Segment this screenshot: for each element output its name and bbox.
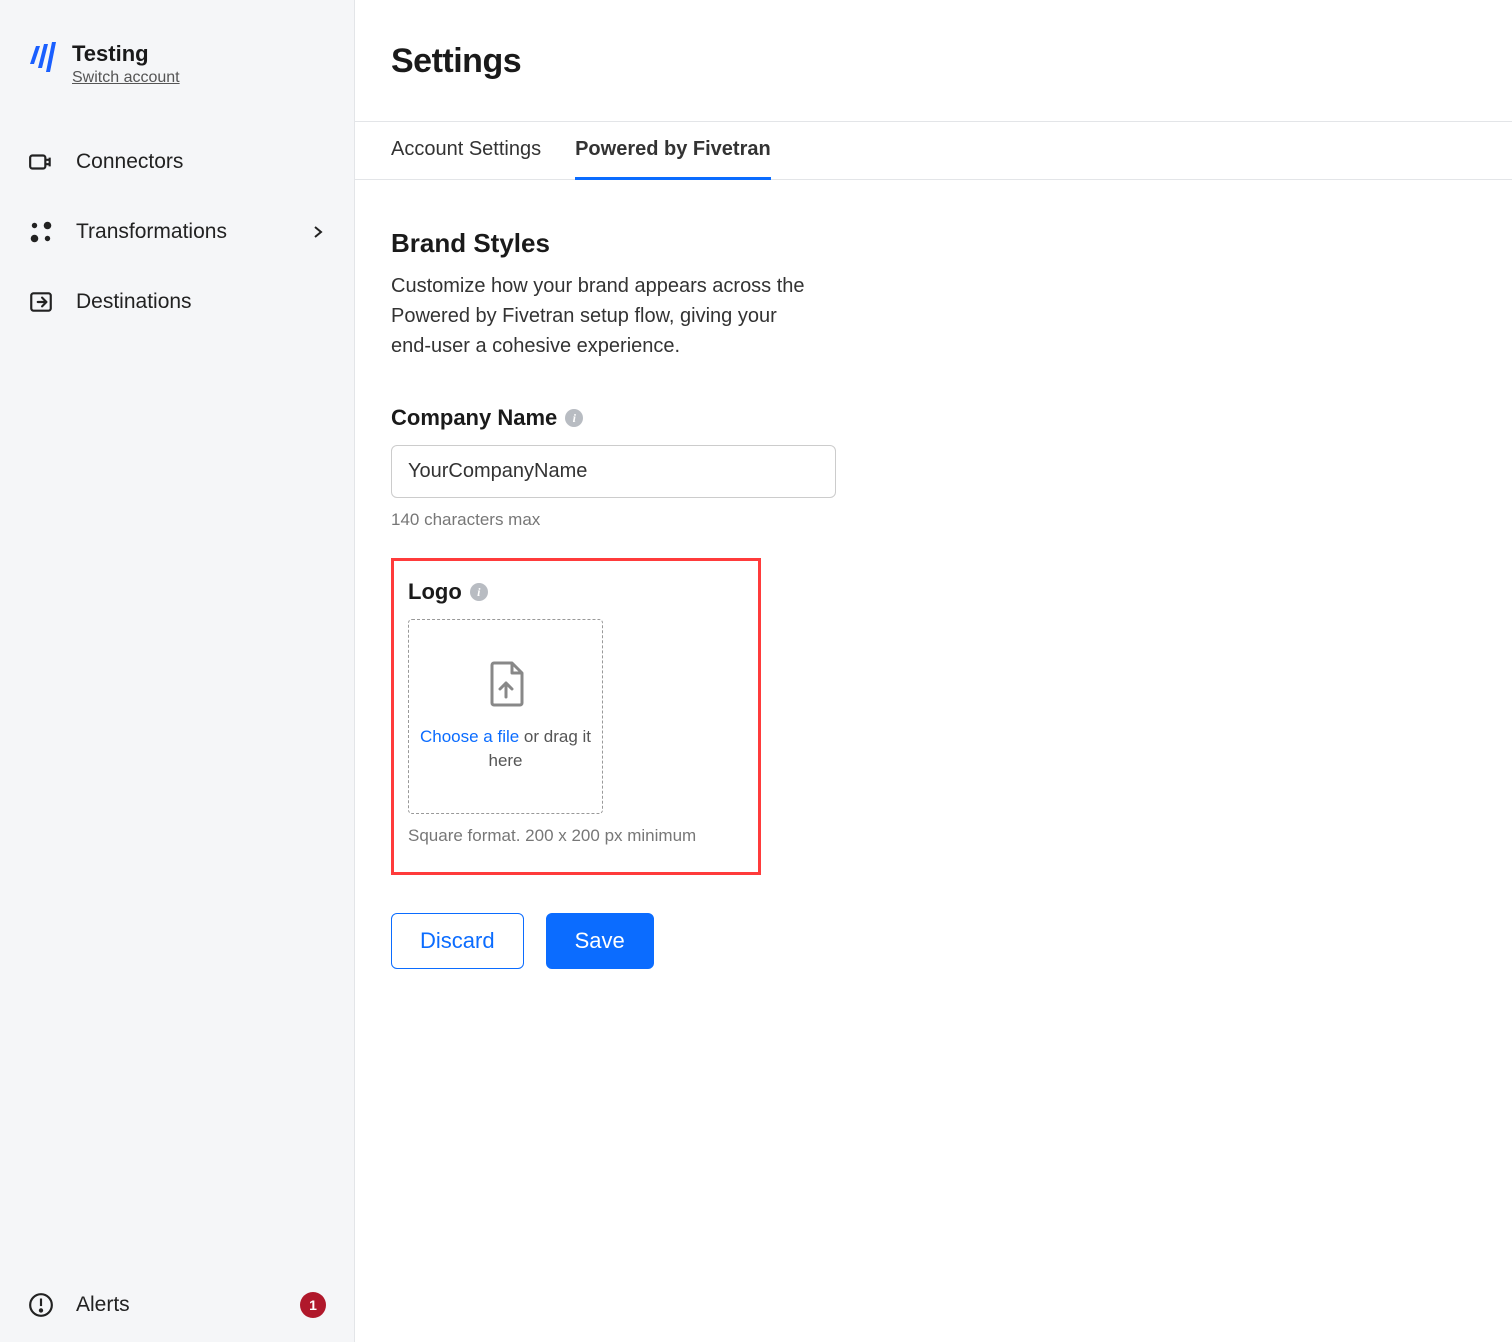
alert-icon — [28, 1292, 54, 1318]
nav: Connectors Transformations — [0, 117, 354, 347]
brand-styles-title: Brand Styles — [391, 228, 1199, 259]
connectors-icon — [28, 149, 54, 175]
tabs: Account Settings Powered by Fivetran — [355, 121, 1512, 180]
sidebar-item-alerts[interactable]: Alerts 1 — [0, 1268, 354, 1342]
choose-file-link: Choose a file — [420, 727, 519, 746]
account-section: Testing Switch account — [0, 30, 354, 117]
tab-account-settings[interactable]: Account Settings — [391, 122, 541, 180]
info-icon[interactable]: i — [470, 583, 488, 601]
discard-button[interactable]: Discard — [391, 913, 524, 969]
main: Settings Account Settings Powered by Fiv… — [355, 0, 1512, 1342]
save-button[interactable]: Save — [546, 913, 654, 969]
chevron-right-icon — [310, 224, 326, 240]
alerts-badge: 1 — [300, 1292, 326, 1318]
logo-upload-dropzone[interactable]: Choose a file or drag it here — [408, 619, 603, 814]
sidebar-item-destinations[interactable]: Destinations — [0, 267, 354, 337]
logo-helper: Square format. 200 x 200 px minimum — [408, 826, 744, 846]
sidebar-item-label: Connectors — [76, 150, 326, 174]
switch-account-link[interactable]: Switch account — [72, 69, 180, 86]
destinations-icon — [28, 289, 54, 315]
account-name: Testing — [72, 40, 180, 69]
logo-label: Logo i — [408, 579, 744, 605]
alerts-label: Alerts — [76, 1293, 130, 1317]
company-name-helper: 140 characters max — [391, 510, 1199, 530]
upload-text: Choose a file or drag it here — [409, 725, 602, 773]
tab-powered-by-fivetran[interactable]: Powered by Fivetran — [575, 122, 771, 180]
company-name-input[interactable] — [391, 445, 836, 498]
sidebar-item-connectors[interactable]: Connectors — [0, 127, 354, 197]
brand-styles-desc: Customize how your brand appears across … — [391, 271, 811, 361]
page-title: Settings — [355, 0, 1512, 121]
sidebar-item-transformations[interactable]: Transformations — [0, 197, 354, 267]
file-upload-icon — [486, 661, 526, 707]
sidebar: Testing Switch account Connectors — [0, 0, 355, 1342]
brand-logo-icon — [28, 40, 56, 72]
form-buttons: Discard Save — [391, 913, 1199, 969]
logo-highlight-box: Logo i Choose a file or drag it here Squ… — [391, 558, 761, 875]
content: Brand Styles Customize how your brand ap… — [355, 180, 1235, 1017]
info-icon[interactable]: i — [565, 409, 583, 427]
sidebar-item-label: Destinations — [76, 290, 326, 314]
company-name-label: Company Name i — [391, 405, 1199, 431]
sidebar-item-label: Transformations — [76, 220, 288, 244]
transformations-icon — [28, 219, 54, 245]
company-name-field: Company Name i 140 characters max — [391, 405, 1199, 530]
